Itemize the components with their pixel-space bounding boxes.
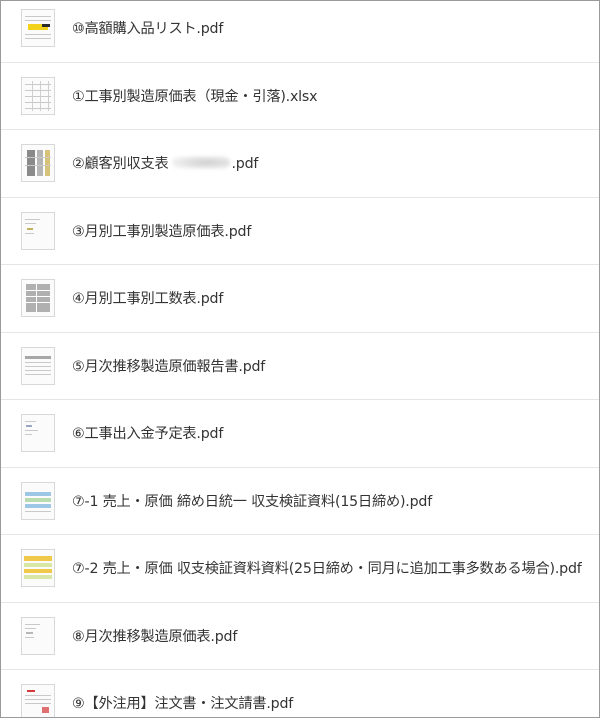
file-name: ①工事別製造原価表（現金・引落).xlsx [72,88,318,105]
file-name: ⑦-1 売上・原価 締め日統一 収支検証資料(15日締め).pdf [72,493,432,510]
pdf-thumbnail-icon [21,549,55,587]
pdf-thumbnail-icon [21,144,55,182]
pdf-thumbnail-icon [21,211,55,250]
file-name: ⑧月次推移製造原価表.pdf [72,628,238,645]
file-row-8[interactable]: ⑦-2 売上・原価 収支検証資料資料(25日締め・同月に追加工事多数ある場合).… [1,535,599,603]
xlsx-thumbnail-icon [21,76,55,115]
pdf-thumbnail-icon [21,414,55,452]
file-row-3[interactable]: ③月別工事別製造原価表.pdf [1,198,599,265]
file-name: ⑦-2 売上・原価 収支検証資料資料(25日締め・同月に追加工事多数ある場合).… [72,561,582,578]
file-list-panel: ⑩高額購入品リスト.pdf ①工事別製造原価表（現金・引落).xlsx ②顧客別… [0,0,600,718]
file-name: ⑩高額購入品リスト.pdf [72,21,224,38]
file-row-5[interactable]: ⑤月次推移製造原価報告書.pdf [1,333,599,400]
file-name: ④月別工事別工数表.pdf [72,291,224,308]
file-name: ②顧客別収支表 .pdf [72,156,259,173]
file-row-2[interactable]: ②顧客別収支表 .pdf [1,130,599,198]
pdf-thumbnail-icon [21,684,55,717]
file-row-4[interactable]: ④月別工事別工数表.pdf [1,265,599,333]
pdf-thumbnail-icon [21,481,55,520]
file-row-7[interactable]: ⑦-1 売上・原価 締め日統一 収支検証資料(15日締め).pdf [1,468,599,535]
redacted-text [172,156,231,170]
file-list: ⑩高額購入品リスト.pdf ①工事別製造原価表（現金・引落).xlsx ②顧客別… [1,1,599,717]
file-name: ⑥工事出入金予定表.pdf [72,426,224,443]
pdf-thumbnail-icon [21,346,55,385]
file-row-6[interactable]: ⑥工事出入金予定表.pdf [1,400,599,468]
pdf-thumbnail-icon [21,9,55,47]
pdf-thumbnail-icon [21,279,55,317]
pdf-thumbnail-icon [21,616,55,655]
file-row-0[interactable]: ⑩高額購入品リスト.pdf [1,1,599,63]
file-name: ⑤月次推移製造原価報告書.pdf [72,358,266,375]
file-name: ③月別工事別製造原価表.pdf [72,223,252,240]
file-row-10[interactable]: ⑨【外注用】注文書・注文請書.pdf [1,670,599,717]
file-row-1[interactable]: ①工事別製造原価表（現金・引落).xlsx [1,63,599,130]
file-row-9[interactable]: ⑧月次推移製造原価表.pdf [1,603,599,670]
file-name: ⑨【外注用】注文書・注文請書.pdf [72,696,294,713]
